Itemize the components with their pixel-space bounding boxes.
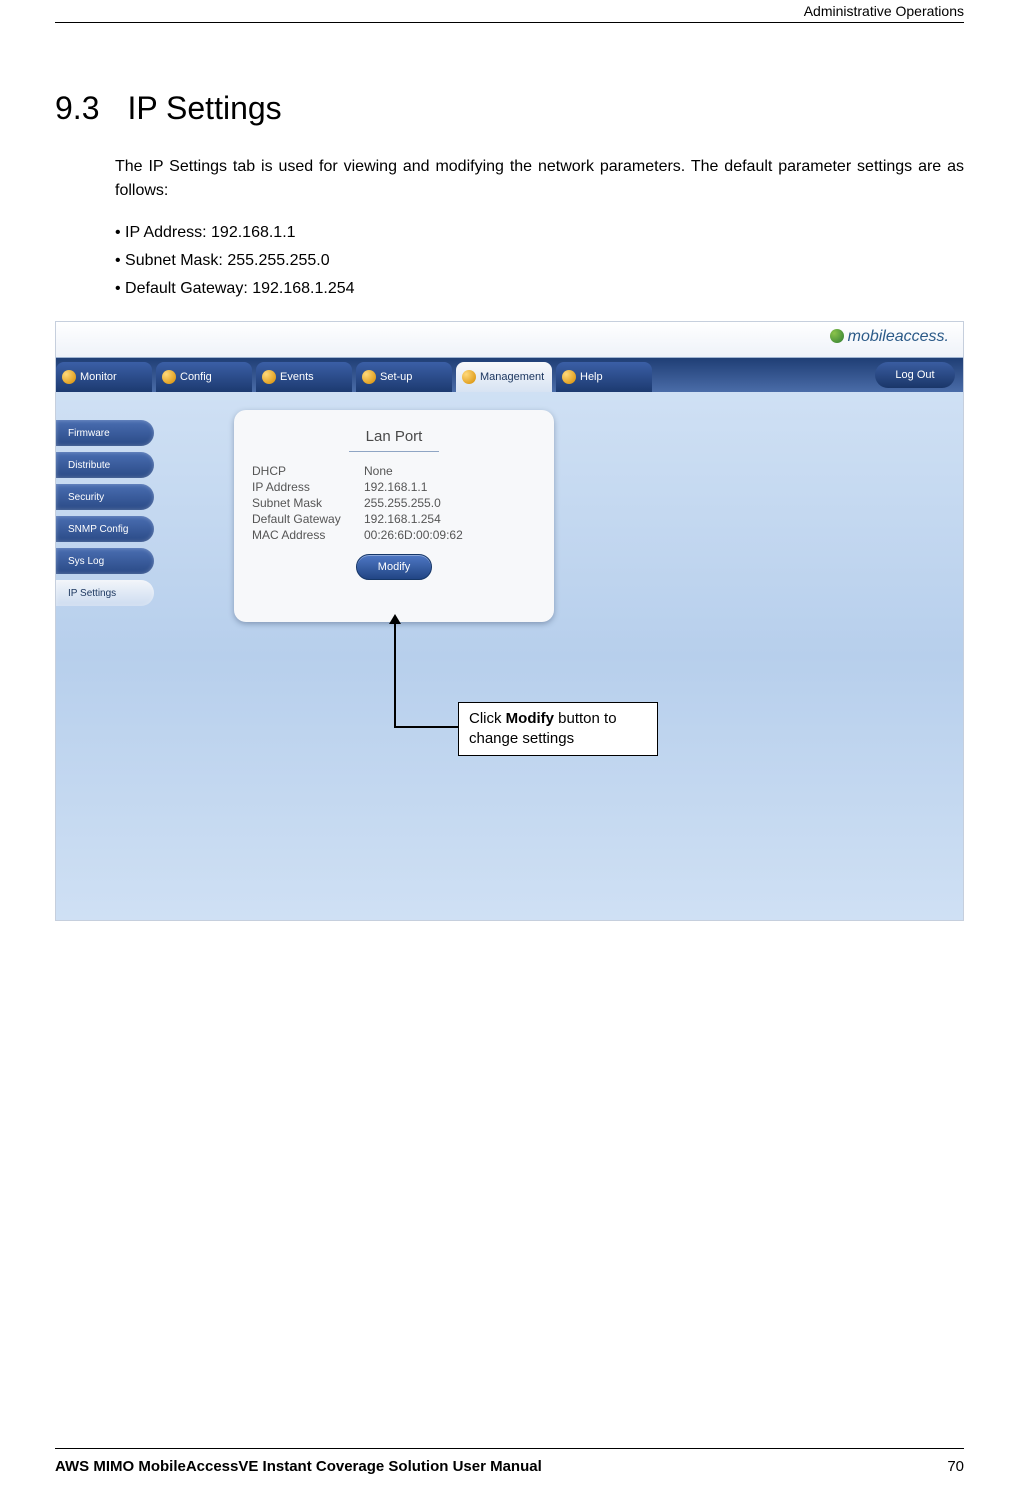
section-heading: 9.3 IP Settings (55, 90, 964, 127)
page-footer: AWS MIMO MobileAccessVE Instant Coverage… (55, 1458, 964, 1475)
panel-title-underline (349, 451, 439, 452)
section-number: 9.3 (55, 90, 99, 127)
panel-kv-grid: DHCPNone IP Address192.168.1.1 Subnet Ma… (252, 464, 536, 542)
brand-logo: mobileaccess. (830, 328, 949, 346)
callout-arrow-vertical (394, 618, 396, 728)
kv-key: IP Address (252, 480, 364, 494)
list-item: Subnet Mask: 255.255.255.0 (115, 247, 964, 275)
help-icon (562, 370, 576, 384)
tab-config[interactable]: Config (156, 362, 252, 392)
monitor-icon (62, 370, 76, 384)
sidebar-item-sys-log[interactable]: Sys Log (56, 548, 154, 574)
rule-bottom (55, 1448, 964, 1449)
sidebar-item-label: Firmware (68, 428, 110, 439)
sidebar-item-distribute[interactable]: Distribute (56, 452, 154, 478)
section-title: IP Settings (127, 90, 281, 127)
management-icon (462, 370, 476, 384)
tab-events[interactable]: Events (256, 362, 352, 392)
tab-monitor[interactable]: Monitor (56, 362, 152, 392)
kv-value: 192.168.1.254 (364, 512, 536, 526)
setup-icon (362, 370, 376, 384)
panel-title: Lan Port (252, 428, 536, 445)
modify-label: Modify (378, 561, 410, 573)
lan-port-panel: Lan Port DHCPNone IP Address192.168.1.1 … (234, 410, 554, 622)
sidebar-item-label: Security (68, 492, 104, 503)
tab-label: Management (480, 371, 544, 383)
tab-label: Config (180, 371, 212, 383)
rule-top (55, 22, 964, 23)
callout-bold: Modify (506, 710, 554, 727)
callout-arrow-horizontal (394, 726, 458, 728)
sidebar-item-ip-settings[interactable]: IP Settings (56, 580, 154, 606)
app-topbar: mobileaccess. (56, 322, 963, 358)
intro-paragraph: The IP Settings tab is used for viewing … (115, 155, 964, 203)
tab-management[interactable]: Management (456, 362, 552, 392)
kv-key: MAC Address (252, 528, 364, 542)
logout-button[interactable]: Log Out (875, 362, 955, 388)
kv-value: 00:26:6D:00:09:62 (364, 528, 536, 542)
app-body: Firmware Distribute Security SNMP Config… (56, 392, 963, 920)
top-nav-tabs: Monitor Config Events Set-up Management … (56, 358, 963, 392)
kv-value: 192.168.1.1 (364, 480, 536, 494)
list-item: Default Gateway: 192.168.1.254 (115, 275, 964, 303)
logout-label: Log Out (895, 369, 934, 381)
callout-box: Click Modify button to change settings (458, 702, 658, 756)
kv-value: None (364, 464, 536, 478)
sidebar-item-label: IP Settings (68, 588, 116, 599)
tab-label: Monitor (80, 371, 117, 383)
events-icon (262, 370, 276, 384)
footer-manual-title: AWS MIMO MobileAccessVE Instant Coverage… (55, 1458, 542, 1475)
screenshot-figure: mobileaccess. Monitor Config Events Set-… (55, 321, 964, 921)
kv-key: Subnet Mask (252, 496, 364, 510)
footer-page-number: 70 (947, 1458, 964, 1475)
sidebar-item-label: Distribute (68, 460, 110, 471)
brand-text: mobileaccess. (848, 328, 949, 345)
modify-button[interactable]: Modify (356, 554, 432, 580)
sidebar-item-label: SNMP Config (68, 524, 128, 535)
sidebar-item-snmp-config[interactable]: SNMP Config (56, 516, 154, 542)
sidebar-nav: Firmware Distribute Security SNMP Config… (56, 420, 154, 606)
tab-help[interactable]: Help (556, 362, 652, 392)
sidebar-item-label: Sys Log (68, 556, 104, 567)
defaults-list: IP Address: 192.168.1.1 Subnet Mask: 255… (115, 219, 964, 303)
tab-label: Set-up (380, 371, 412, 383)
kv-key: Default Gateway (252, 512, 364, 526)
tab-setup[interactable]: Set-up (356, 362, 452, 392)
sidebar-item-firmware[interactable]: Firmware (56, 420, 154, 446)
tab-label: Events (280, 371, 314, 383)
kv-value: 255.255.255.0 (364, 496, 536, 510)
sidebar-item-security[interactable]: Security (56, 484, 154, 510)
tab-label: Help (580, 371, 603, 383)
callout-pre: Click (469, 710, 506, 727)
header-breadcrumb: Administrative Operations (804, 0, 964, 22)
modify-wrap: Modify (252, 554, 536, 580)
brand-dot-icon (830, 329, 844, 343)
config-icon (162, 370, 176, 384)
kv-key: DHCP (252, 464, 364, 478)
list-item: IP Address: 192.168.1.1 (115, 219, 964, 247)
